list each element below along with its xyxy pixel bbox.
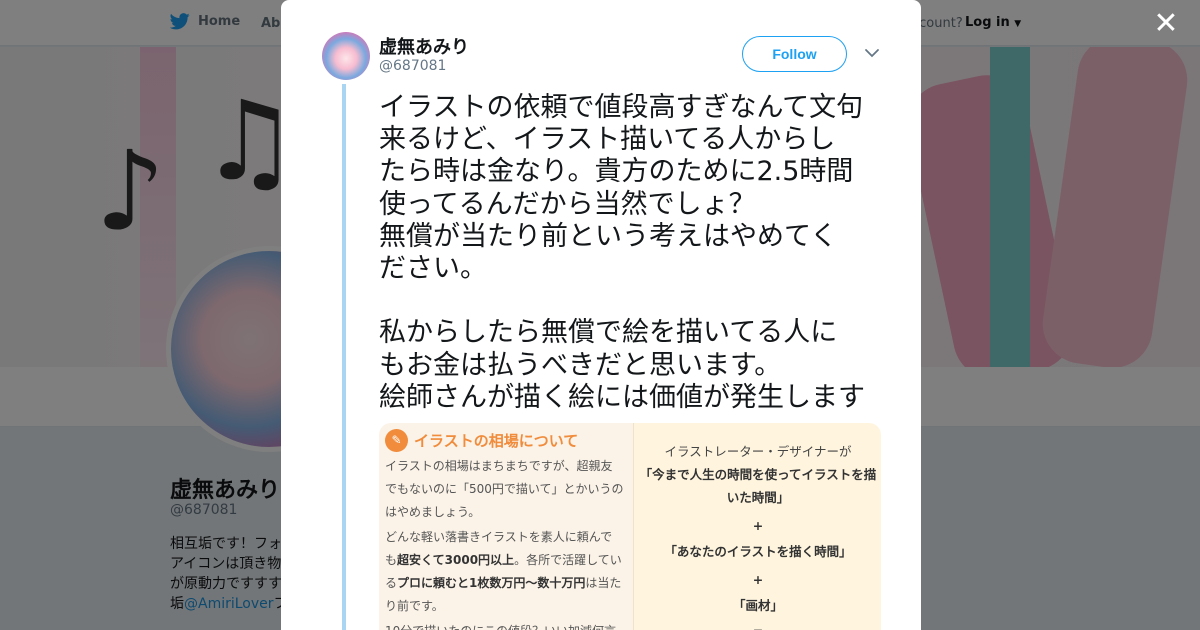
media-right-panel: イラストレーター・デザイナーが 「今まで人生の時間を使ってイラストを描 いた時間… [633,423,881,630]
media-heading: イラストの相場について [414,432,579,450]
media-line: + [752,518,764,533]
author-name[interactable]: 虚無あみり [379,33,469,59]
media-line: = [634,620,881,630]
follow-button[interactable]: Follow [742,36,847,72]
tweet-media-image[interactable]: ✎ イラストの相場について イラストの相場はまちまちですが、超親友 でもないのに… [379,423,881,630]
tweet-modal: 虚無あみり @687081 Follow イラストの依頼で値段高すぎなんて文句 … [281,0,921,630]
media-line: 「今まで人生の時間を使ってイラストを描 [639,467,877,482]
media-text: 。各所で活躍してい [514,553,622,567]
chevron-down-icon[interactable] [863,42,881,64]
media-paragraph: どんな軽い落書きイラストを素人に頼んで も超安くて3000円以上。各所で活躍して… [385,526,631,618]
author-avatar[interactable] [322,32,370,80]
media-paragraph: イラストの相場はまちまちですが、超親友 でもないのに「500円で描いて」とかいう… [385,455,631,524]
media-line: イラストレーター・デザイナーが [664,444,852,459]
media-line: はやめましょう。 [385,505,481,519]
close-icon[interactable]: ✕ [1152,9,1180,39]
media-emphasis: 超安くて3000円以上 [397,553,515,567]
media-line: 「あなたのイラストを描く時間」 [664,544,852,559]
media-line: でもないのに「500円で描いて」とかいうの [385,482,624,496]
media-line: + [752,572,764,587]
media-line: 「画材」 [732,598,783,613]
media-emphasis: プロに頼むと1枚数万円〜数十万円 [397,576,586,590]
media-text: は当た [585,576,622,590]
pencil-icon: ✎ [385,429,408,452]
media-text: も [385,553,398,567]
media-text: る [385,576,398,590]
author-handle[interactable]: @687081 [379,58,446,74]
media-line: いた時間」 [726,490,790,505]
media-line: るプロに頼むと1枚数万円〜数十万円は当た [385,572,631,595]
tweet-text: イラストの依頼で値段高すぎなんて文句 来るけど、イラスト描いてる人からし たら時… [379,92,865,413]
thread-line [342,84,346,630]
media-paragraph: 10分で描いたのにこの値段？いい加減何言 [385,620,631,630]
media-line: り前です。 [385,599,444,613]
media-line: どんな軽い落書きイラストを素人に頼んで [385,530,613,544]
media-line: も超安くて3000円以上。各所で活躍してい [385,549,631,572]
media-left-panel: ✎ イラストの相場について イラストの相場はまちまちですが、超親友 でもないのに… [379,423,633,630]
media-line: イラストの相場はまちまちですが、超親友 [385,459,613,473]
